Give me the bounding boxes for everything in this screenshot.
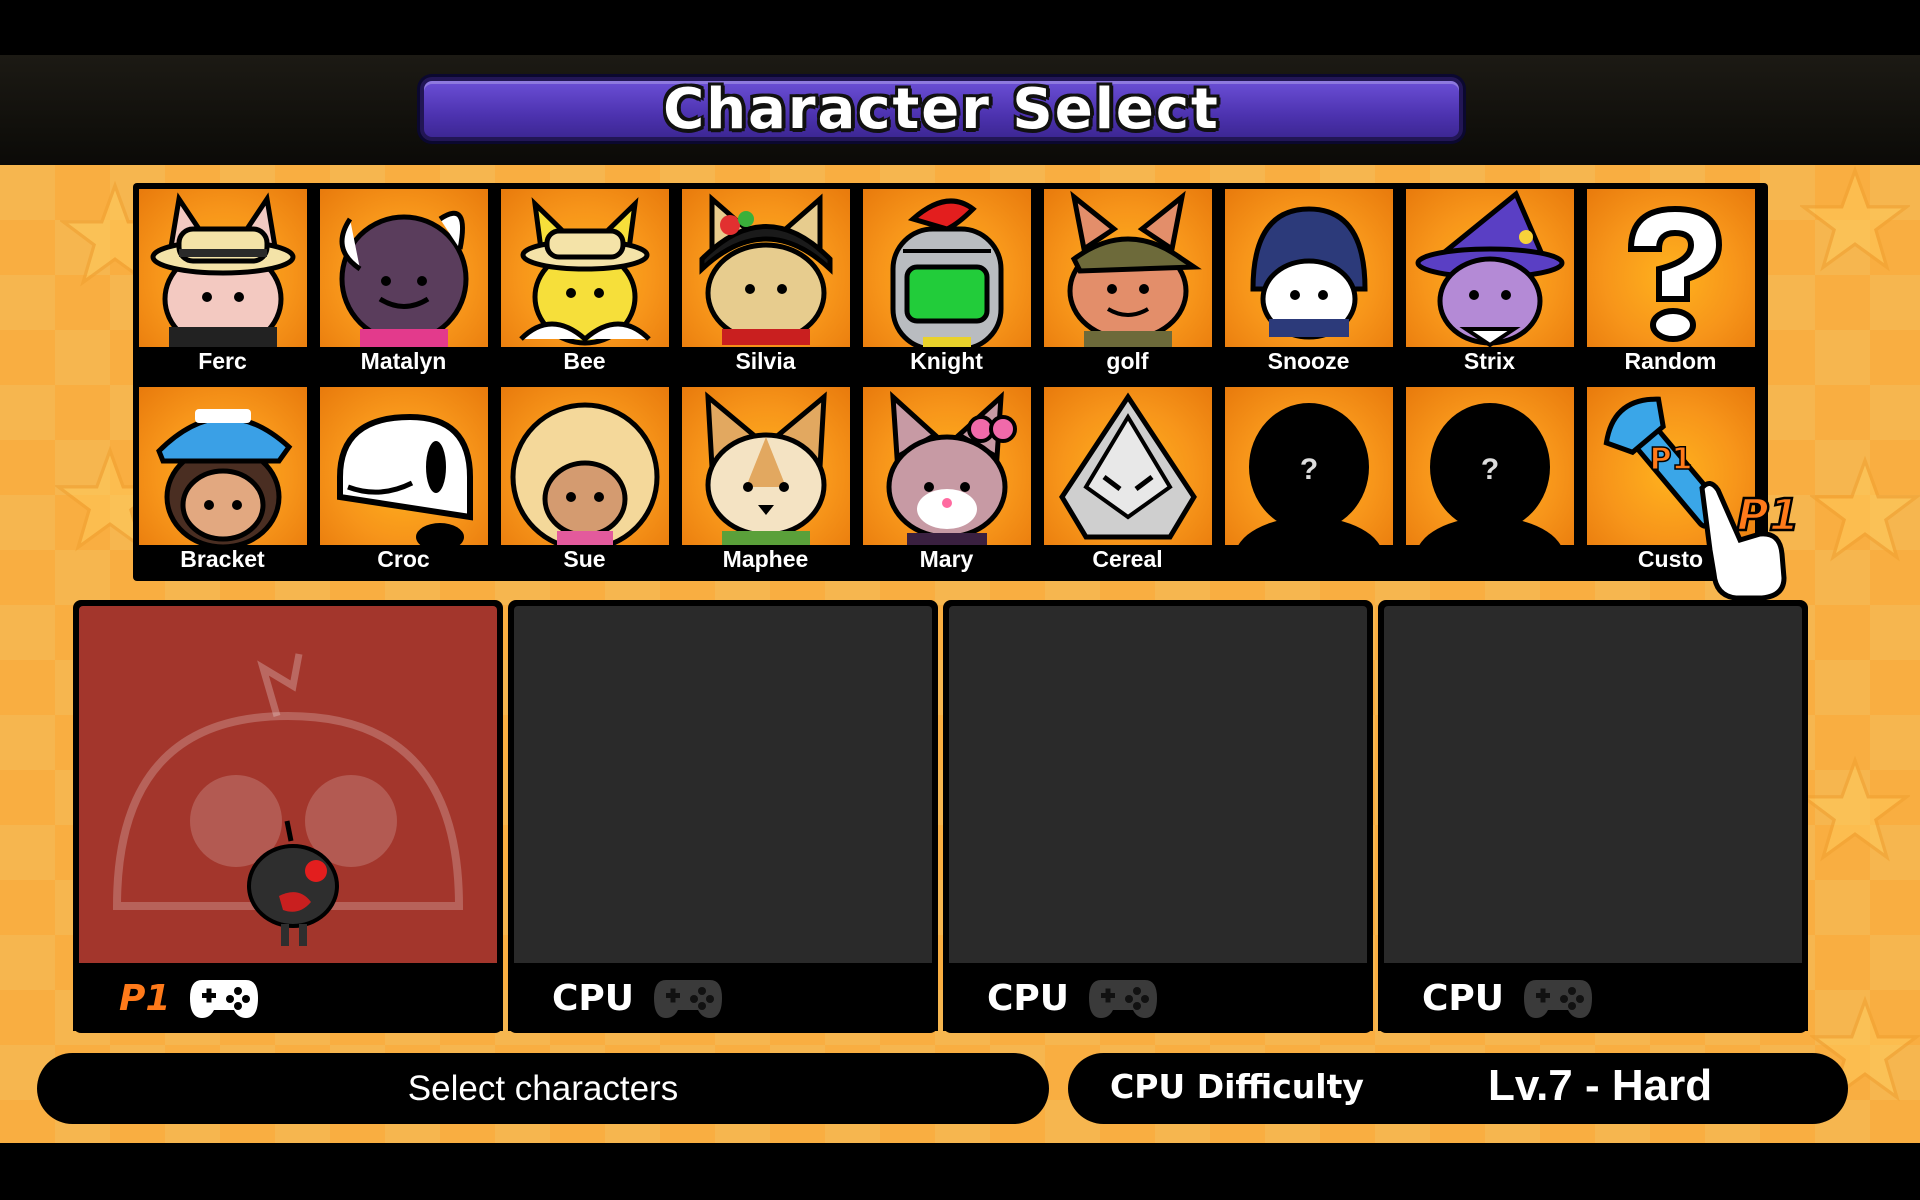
slot-preview	[949, 606, 1367, 963]
character-name: Cereal	[1092, 546, 1163, 572]
character-tile-bracket[interactable]: Bracket	[135, 383, 310, 576]
bee-portrait	[501, 189, 669, 347]
cpu-difficulty-selector[interactable]: CPU Difficulty Lv.7 - Hard	[1068, 1053, 1848, 1124]
character-name: Strix	[1463, 348, 1516, 374]
cpu-difficulty-value[interactable]: Lv.7 - Hard	[1488, 1061, 1712, 1111]
character-tile-knight[interactable]: Knight	[859, 185, 1034, 378]
character-roster: Ferc Matalyn Bee Silvia Knight golf Snoo…	[133, 183, 1768, 581]
bottom-letterbox	[0, 1143, 1920, 1200]
cursor-player-tag: P1	[1737, 490, 1800, 541]
gamepad-icon[interactable]	[652, 974, 724, 1022]
bracket-portrait	[139, 387, 307, 545]
gamepad-icon[interactable]	[1522, 974, 1594, 1022]
matalyn-portrait	[320, 189, 488, 347]
slot-info-bar: CPU	[508, 965, 938, 1031]
silvia-portrait	[682, 189, 850, 347]
slot-preview	[514, 606, 932, 963]
character-name: Knight	[910, 348, 983, 374]
character-tile-maphee[interactable]: Maphee	[678, 383, 853, 576]
star-decoration-icon	[1800, 165, 1910, 272]
pointing-hand-icon[interactable]: P1	[1680, 470, 1800, 600]
slot-player-label: P1	[119, 977, 171, 1019]
slot-preview	[1384, 606, 1802, 963]
character-name: Croc	[377, 546, 430, 572]
question-mark-icon	[1587, 189, 1755, 347]
status-message: Select characters	[407, 1068, 679, 1108]
locked-mark: ?	[1300, 453, 1318, 486]
bomb-emblem-icon	[112, 653, 464, 946]
character-name: Snooze	[1267, 348, 1350, 374]
star-decoration-icon	[1800, 755, 1910, 862]
title-plate: Character Select	[420, 76, 1463, 142]
character-tile-croc[interactable]: Croc	[316, 383, 491, 576]
character-name	[1402, 544, 1577, 574]
character-name: golf	[1106, 348, 1149, 374]
snooze-portrait	[1225, 189, 1393, 347]
character-tile-matalyn[interactable]: Matalyn	[316, 185, 491, 378]
character-tile-silvia[interactable]: Silvia	[678, 185, 853, 378]
strix-portrait	[1406, 189, 1574, 347]
cpu-difficulty-label: CPU Difficulty	[1110, 1067, 1364, 1106]
slot-player-label: CPU	[987, 977, 1070, 1019]
player-slot-p1[interactable]: P1	[73, 600, 503, 1033]
character-tile-ferc[interactable]: Ferc	[135, 185, 310, 378]
ferc-portrait	[139, 189, 307, 347]
slot-info-bar: P1	[73, 965, 503, 1031]
status-bar: Select characters	[37, 1053, 1049, 1124]
golf-portrait	[1044, 189, 1212, 347]
player-slot-cpu-1[interactable]: CPU	[508, 600, 938, 1033]
character-name: Ferc	[198, 348, 247, 374]
gamepad-icon[interactable]	[1087, 974, 1159, 1022]
slot-info-bar: CPU	[943, 965, 1373, 1031]
maphee-portrait	[682, 387, 850, 545]
character-name	[1221, 544, 1396, 574]
character-name: Random	[1624, 348, 1717, 374]
character-tile-sue[interactable]: Sue	[497, 383, 672, 576]
croc-portrait	[320, 387, 488, 545]
character-name: Bracket	[180, 546, 265, 572]
cereal-portrait	[1044, 387, 1212, 545]
slot-player-label: CPU	[1422, 977, 1505, 1019]
mary-portrait	[863, 387, 1031, 545]
silhouette-icon: ?	[1406, 387, 1574, 545]
character-tile-locked-2[interactable]: ?	[1402, 383, 1577, 576]
sue-portrait	[501, 387, 669, 545]
locked-mark: ?	[1481, 453, 1499, 486]
slot-player-label: CPU	[552, 977, 635, 1019]
character-tile-cereal[interactable]: Cereal	[1040, 383, 1215, 576]
character-tile-locked-1[interactable]: ?	[1221, 383, 1396, 576]
character-tile-mary[interactable]: Mary	[859, 383, 1034, 576]
character-name: Silvia	[735, 348, 796, 374]
star-decoration-icon	[1810, 455, 1920, 562]
character-tile-golf[interactable]: golf	[1040, 185, 1215, 378]
character-name: Maphee	[722, 546, 809, 572]
character-name: Matalyn	[360, 348, 447, 374]
character-name: Mary	[919, 546, 974, 572]
gamepad-icon[interactable]	[188, 974, 260, 1022]
player-slot-cpu-3[interactable]: CPU	[1378, 600, 1808, 1033]
player-slot-cpu-2[interactable]: CPU	[943, 600, 1373, 1033]
character-tile-bee[interactable]: Bee	[497, 185, 672, 378]
character-tile-snooze[interactable]: Snooze	[1221, 185, 1396, 378]
slot-preview	[79, 606, 497, 963]
knight-portrait	[863, 189, 1031, 347]
character-name: Bee	[563, 348, 606, 374]
top-letterbox	[0, 0, 1920, 55]
silhouette-icon: ?	[1225, 387, 1393, 545]
character-tile-strix[interactable]: Strix	[1402, 185, 1577, 378]
slot-info-bar: CPU	[1378, 965, 1808, 1031]
character-tile-random[interactable]: Random	[1583, 185, 1758, 378]
character-name: Sue	[563, 546, 606, 572]
page-title: Character Select	[663, 76, 1220, 142]
